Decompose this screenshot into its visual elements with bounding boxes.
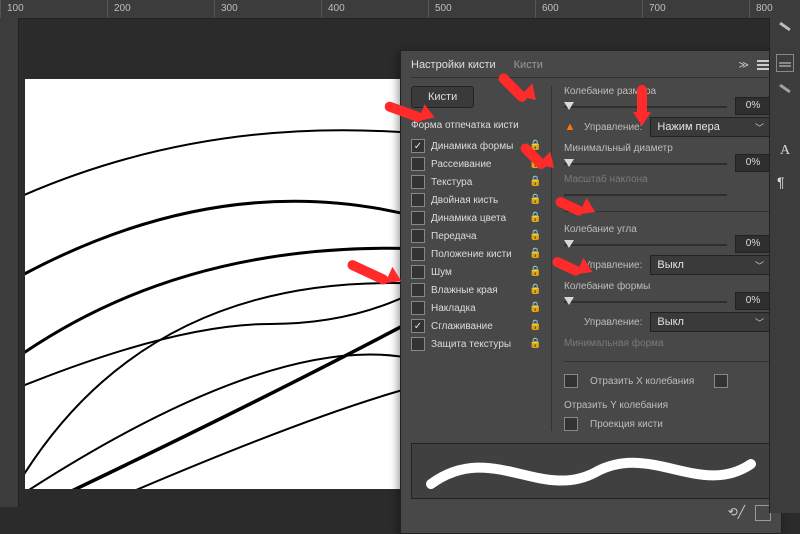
brush-projection-label: Проекция кисти xyxy=(590,419,663,430)
flip-x-label: Отразить X колебания xyxy=(590,376,694,387)
control-label: Управление: xyxy=(584,122,642,133)
lock-icon[interactable]: 🔒 xyxy=(529,230,541,242)
size-control-dropdown[interactable]: Нажим пера﹀ xyxy=(650,117,771,137)
flip-x-checkbox[interactable] xyxy=(564,374,578,388)
option-noise[interactable]: Шум🔒 xyxy=(411,263,541,281)
roundness-jitter-value[interactable]: 0% xyxy=(735,292,771,310)
checkbox-icon[interactable] xyxy=(411,157,425,171)
min-roundness-label: Минимальная форма xyxy=(564,338,664,349)
paragraph-panel-icon[interactable] xyxy=(777,174,793,190)
brush-panel-icon[interactable] xyxy=(777,24,793,40)
checkbox-icon[interactable] xyxy=(411,337,425,351)
brush-projection-checkbox[interactable] xyxy=(564,417,578,431)
flip-y-checkbox[interactable] xyxy=(714,374,728,388)
chevron-down-icon: ﹀ xyxy=(755,316,764,329)
panel-tabs: Настройки кисти Кисти ≫ xyxy=(411,59,771,78)
toggle-preview-icon[interactable]: ⟲╱ xyxy=(728,505,745,521)
character-panel-icon[interactable]: A xyxy=(777,144,793,160)
checkbox-icon[interactable] xyxy=(411,139,425,153)
lock-icon[interactable]: 🔒 xyxy=(529,320,541,332)
angle-control-dropdown[interactable]: Выкл﹀ xyxy=(650,255,771,275)
size-jitter-value[interactable]: 0% xyxy=(735,97,771,115)
tilt-scale-label: Масштаб наклона xyxy=(564,174,648,185)
option-color-dynamics[interactable]: Динамика цвета🔒 xyxy=(411,209,541,227)
checkbox-icon[interactable] xyxy=(411,319,425,333)
option-protect-texture[interactable]: Защита текстуры🔒 xyxy=(411,335,541,353)
option-dual-brush[interactable]: Двойная кисть🔒 xyxy=(411,191,541,209)
brush-settings-panel: Настройки кисти Кисти ≫ Кисти Форма отпе… xyxy=(400,50,782,534)
option-build-up[interactable]: Накладка🔒 xyxy=(411,299,541,317)
right-toolbar: A xyxy=(769,18,800,513)
lock-icon[interactable]: 🔒 xyxy=(529,194,541,206)
checkbox-icon[interactable] xyxy=(411,247,425,261)
roundness-jitter-label: Колебание формы xyxy=(564,281,650,292)
checkbox-icon[interactable] xyxy=(411,193,425,207)
lock-icon[interactable]: 🔒 xyxy=(529,248,541,260)
ruler-horizontal: 1002003004005006007008009001000110012001… xyxy=(0,0,800,19)
option-brush-pose[interactable]: Положение кисти🔒 xyxy=(411,245,541,263)
lock-icon[interactable]: 🔒 xyxy=(529,284,541,296)
min-diameter-label: Минимальный диаметр xyxy=(564,143,673,154)
min-diameter-slider[interactable]: 0% xyxy=(564,160,771,168)
lock-icon[interactable]: 🔒 xyxy=(529,212,541,224)
option-texture[interactable]: Текстура🔒 xyxy=(411,173,541,191)
brush-strokes xyxy=(25,79,415,489)
lock-icon[interactable]: 🔒 xyxy=(529,140,541,152)
angle-jitter-label: Колебание угла xyxy=(564,224,637,235)
brush-tip-shape-label[interactable]: Форма отпечатка кисти xyxy=(411,120,541,131)
ruler-vertical xyxy=(0,18,19,507)
option-shape-dynamics[interactable]: Динамика формы🔒 xyxy=(411,137,541,155)
size-jitter-label: Колебание размера xyxy=(564,86,656,97)
roundness-jitter-slider[interactable]: 0% xyxy=(564,298,771,306)
brush-options-list: Кисти Форма отпечатка кисти Динамика фор… xyxy=(411,86,552,431)
checkbox-icon[interactable] xyxy=(411,283,425,297)
roundness-control-dropdown[interactable]: Выкл﹀ xyxy=(650,312,771,332)
tab-brush-settings[interactable]: Настройки кисти xyxy=(411,59,496,71)
option-wet-edges[interactable]: Влажные края🔒 xyxy=(411,281,541,299)
option-scattering[interactable]: Рассеивание🔒 xyxy=(411,155,541,173)
checkbox-icon[interactable] xyxy=(411,175,425,189)
lock-icon[interactable]: 🔒 xyxy=(529,302,541,314)
control-label: Управление: xyxy=(584,317,642,328)
warning-icon: ▲ xyxy=(564,121,576,133)
control-label: Управление: xyxy=(584,260,642,271)
checkbox-icon[interactable] xyxy=(411,301,425,315)
chevron-down-icon: ﹀ xyxy=(755,121,764,134)
tab-brushes[interactable]: Кисти xyxy=(514,59,543,71)
chevron-down-icon: ﹀ xyxy=(755,259,764,272)
tilt-scale-slider xyxy=(564,191,771,199)
checkbox-icon[interactable] xyxy=(411,229,425,243)
size-jitter-slider[interactable]: 0% xyxy=(564,103,771,111)
lock-icon[interactable]: 🔒 xyxy=(529,176,541,188)
lock-icon[interactable]: 🔒 xyxy=(529,158,541,170)
option-smoothing[interactable]: Сглаживание🔒 xyxy=(411,317,541,335)
adjustments-icon[interactable] xyxy=(776,54,794,72)
angle-jitter-value[interactable]: 0% xyxy=(735,235,771,253)
brushes-button[interactable]: Кисти xyxy=(411,86,474,108)
brush-tool-icon[interactable] xyxy=(777,86,793,102)
angle-jitter-slider[interactable]: 0% xyxy=(564,241,771,249)
lock-icon[interactable]: 🔒 xyxy=(529,266,541,278)
checkbox-icon[interactable] xyxy=(411,265,425,279)
lock-icon[interactable]: 🔒 xyxy=(529,338,541,350)
collapse-icon[interactable]: ≫ xyxy=(739,60,749,71)
min-diameter-value[interactable]: 0% xyxy=(735,154,771,172)
document-canvas[interactable] xyxy=(25,79,415,489)
brush-stroke-preview xyxy=(411,443,771,499)
flip-y-label: Отразить Y колебания xyxy=(564,400,668,411)
option-transfer[interactable]: Передача🔒 xyxy=(411,227,541,245)
checkbox-icon[interactable] xyxy=(411,211,425,225)
